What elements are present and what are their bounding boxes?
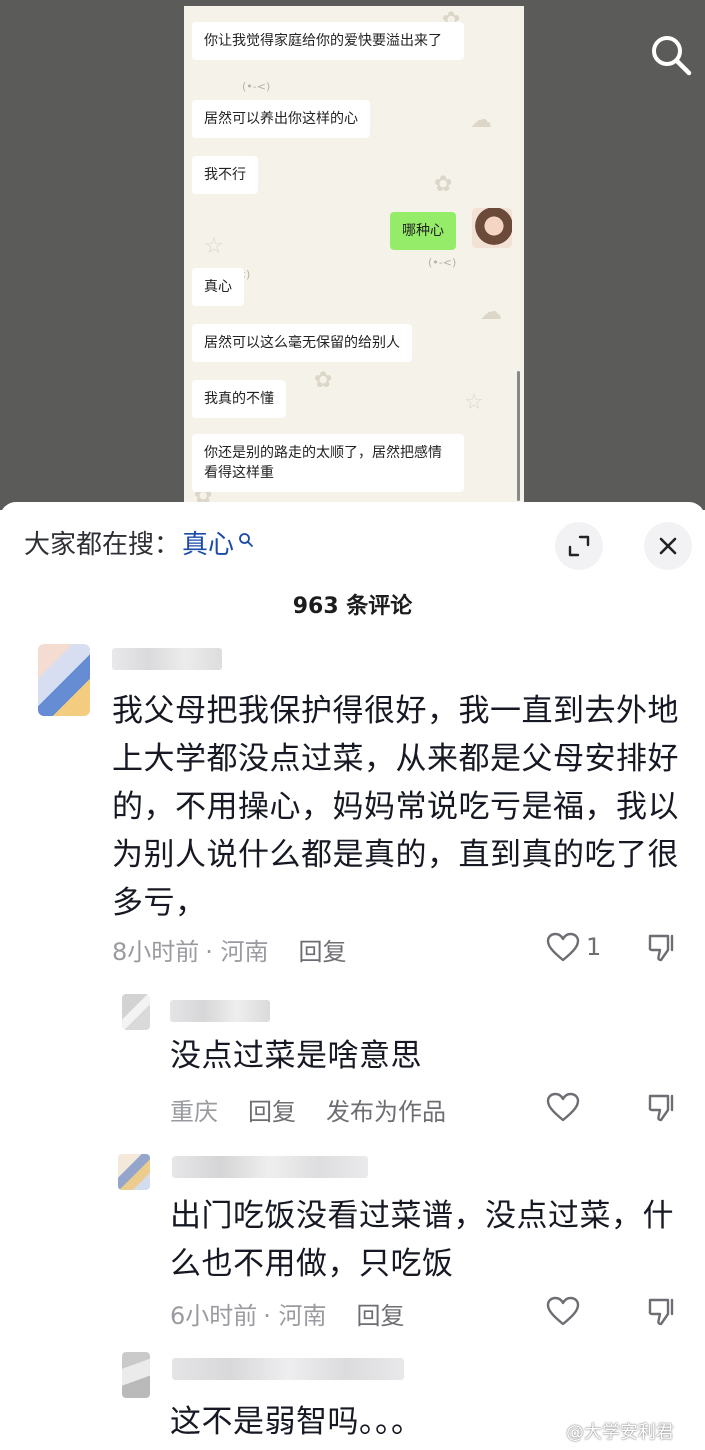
comment-text: 这不是弱智吗。。。 bbox=[170, 1404, 423, 1440]
username-blurred[interactable] bbox=[172, 1156, 368, 1178]
search-icon bbox=[652, 36, 692, 76]
close-button[interactable] bbox=[644, 522, 692, 570]
chat-bubble: 我真的不懂 bbox=[192, 380, 286, 418]
username-blurred[interactable] bbox=[112, 648, 222, 670]
comment-location: · 河南 bbox=[205, 938, 269, 966]
comment-location: · 河南 bbox=[263, 1302, 327, 1330]
heart-icon bbox=[546, 1296, 580, 1326]
chat-screenshot: ✿ ☁ ✿ ☆ ☁ ✿ ☆ ✿ (•-<) (•-<) (•-<) 你让我觉得家… bbox=[184, 6, 524, 510]
comment-text: 我父母把我保护得很好，我一直到去外地上大学都没点过菜，从来都是父母安排好的，不用… bbox=[112, 693, 679, 921]
dislike-button[interactable] bbox=[646, 1092, 678, 1128]
doodle-icon: ☆ bbox=[464, 390, 484, 415]
comment-count: 963 条评论 bbox=[292, 594, 413, 619]
username-blurred[interactable] bbox=[170, 1000, 270, 1022]
like-button[interactable] bbox=[546, 1296, 580, 1326]
avatar[interactable] bbox=[38, 644, 90, 716]
comment-location: 重庆 bbox=[170, 1098, 218, 1126]
reply-button[interactable]: 回复 bbox=[248, 1098, 296, 1126]
comment-meta: 6小时前 · 河南 回复 bbox=[170, 1296, 435, 1331]
emoticon: (•-<) bbox=[242, 80, 271, 93]
comment-text: 没点过菜是啥意思 bbox=[170, 1038, 422, 1074]
like-button[interactable]: 1 bbox=[546, 932, 601, 962]
reply-button[interactable]: 回复 bbox=[357, 1302, 405, 1330]
chat-avatar bbox=[472, 208, 512, 248]
reply-button[interactable]: 回复 bbox=[299, 938, 347, 966]
doodle-icon: ✿ bbox=[434, 172, 453, 197]
chat-bubble: 你让我觉得家庭给你的爱快要溢出来了 bbox=[192, 22, 464, 60]
expand-icon bbox=[568, 535, 590, 557]
thumbs-down-icon bbox=[648, 1298, 674, 1326]
search-suggestion[interactable]: 大家都在搜： 真心 bbox=[24, 528, 254, 562]
doodle-icon: ☆ bbox=[204, 234, 224, 259]
search-button[interactable] bbox=[648, 32, 694, 78]
emoticon: (•-<) bbox=[428, 256, 457, 269]
expand-button[interactable] bbox=[555, 522, 603, 570]
comment-time: 6小时前 bbox=[170, 1302, 258, 1330]
thumbs-down-icon bbox=[648, 934, 674, 962]
search-suggestion-prefix: 大家都在搜： bbox=[24, 530, 181, 560]
video-area[interactable]: ✿ ☁ ✿ ☆ ☁ ✿ ☆ ✿ (•-<) (•-<) (•-<) 你让我觉得家… bbox=[0, 0, 705, 510]
doodle-icon: ☁ bbox=[470, 108, 492, 133]
heart-icon bbox=[546, 1092, 580, 1122]
dislike-button[interactable] bbox=[646, 1296, 678, 1332]
chat-bubble: 居然可以这么毫无保留的给别人 bbox=[192, 324, 412, 362]
comment-sheet: 大家都在搜： 真心 963 条评论 我父母把我保护得很好，我一直到去外地上大学都… bbox=[0, 502, 705, 1450]
chat-bubble: 我不行 bbox=[192, 156, 258, 194]
like-count: 1 bbox=[586, 933, 602, 961]
chat-bubble: 居然可以养出你这样的心 bbox=[192, 100, 370, 138]
search-suggestion-keyword[interactable]: 真心 bbox=[182, 528, 234, 562]
doodle-icon: ☁ bbox=[480, 300, 502, 325]
avatar[interactable] bbox=[122, 994, 150, 1030]
dislike-button[interactable] bbox=[646, 932, 678, 968]
chat-bubble-me: 哪种心 bbox=[390, 212, 456, 250]
search-icon bbox=[239, 533, 253, 547]
comment-meta: 8小时前 · 河南 回复 bbox=[112, 932, 377, 967]
chat-bubble: 真心 bbox=[192, 268, 244, 306]
username-blurred[interactable] bbox=[172, 1358, 404, 1380]
doodle-icon: ✿ bbox=[314, 368, 333, 393]
like-button[interactable] bbox=[546, 1092, 580, 1122]
chat-bubble: 你还是别的路走的太顺了，居然把感情看得这样重 bbox=[192, 434, 464, 492]
comment-time: 8小时前 bbox=[112, 938, 200, 966]
comment-sheet-header: 大家都在搜： 真心 bbox=[0, 502, 705, 592]
comment-text: 出门吃饭没看过菜谱，没点过菜，什么也不用做，只吃饭 bbox=[170, 1198, 674, 1282]
comment-meta: 重庆 回复 发布为作品 bbox=[170, 1092, 476, 1127]
heart-icon bbox=[546, 932, 580, 962]
thumbs-down-icon bbox=[648, 1094, 674, 1122]
watermark: @大学安利君 bbox=[566, 1422, 674, 1443]
avatar[interactable] bbox=[122, 1352, 150, 1398]
close-icon bbox=[659, 537, 677, 555]
publish-as-work-button[interactable]: 发布为作品 bbox=[326, 1098, 446, 1126]
chat-scrollbar bbox=[517, 371, 520, 501]
avatar[interactable] bbox=[118, 1154, 150, 1190]
